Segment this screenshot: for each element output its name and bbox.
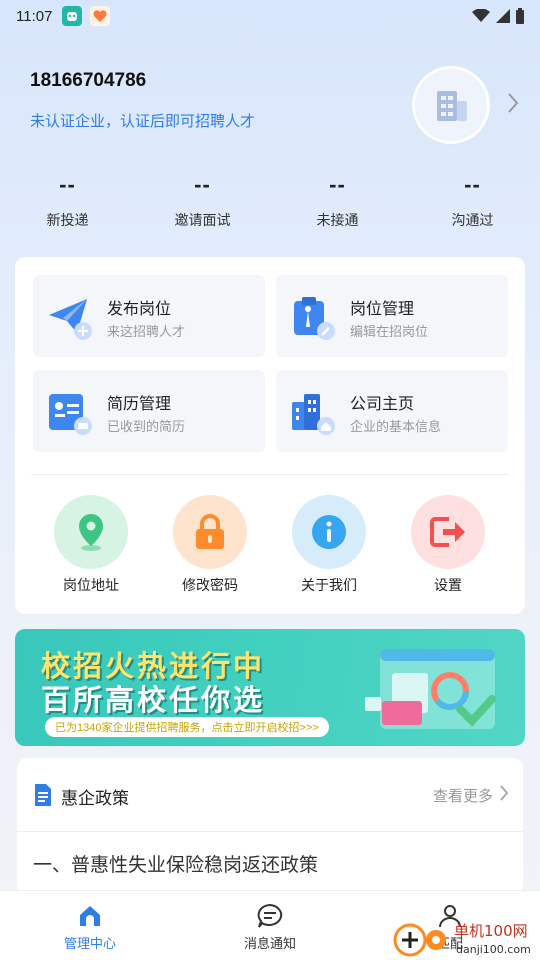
- home-icon: [80, 906, 100, 926]
- stats-row: -- 新投递 -- 邀请面试 -- 未接通 -- 沟通过: [0, 172, 540, 242]
- heart-app-icon: [90, 6, 111, 26]
- chevron-right-icon[interactable]: [499, 784, 509, 802]
- document-icon: [35, 784, 51, 806]
- stat-value: --: [59, 172, 76, 197]
- signal-icon: [496, 9, 510, 23]
- circle-badge: [173, 495, 247, 569]
- tile-subtitle: 已收到的简历: [107, 419, 186, 434]
- action-label: 修改密码: [182, 577, 238, 593]
- action-label: 关于我们: [301, 577, 357, 593]
- tile-title: 发布岗位: [107, 301, 172, 318]
- stat-new-delivery[interactable]: -- 新投递: [0, 172, 135, 242]
- certification-hint[interactable]: 未认证企业，认证后即可招聘人才: [30, 110, 255, 131]
- dashboard-illustration-icon: [365, 649, 496, 729]
- action-about-us[interactable]: 关于我们: [279, 495, 379, 595]
- banner-subheadline: 百所高校任你选: [41, 685, 266, 717]
- action-label: 岗位地址: [63, 577, 119, 593]
- campus-recruit-banner[interactable]: 校招火热进行中 百所高校任你选 已为1340家企业提供招聘服务，点击立即开启校招…: [15, 629, 525, 746]
- stat-value: --: [329, 172, 346, 197]
- tile-publish-job[interactable]: 发布岗位 来这招聘人才: [33, 275, 265, 357]
- status-bar: 11:07: [0, 0, 540, 32]
- stat-label: 新投递: [46, 212, 89, 228]
- policy-title: 惠企政策: [61, 789, 129, 808]
- company-building-icon: [292, 394, 335, 435]
- status-time: 11:07: [16, 7, 53, 25]
- company-avatar[interactable]: [412, 66, 490, 144]
- wifi-icon: [472, 9, 490, 22]
- stat-value: --: [194, 172, 211, 197]
- svg-text:danji100.com: danji100.com: [456, 943, 531, 956]
- action-job-address[interactable]: 岗位地址: [41, 495, 141, 595]
- tile-subtitle: 企业的基本信息: [350, 419, 442, 434]
- lock-icon: [196, 514, 224, 549]
- action-settings[interactable]: 设置: [398, 495, 498, 595]
- location-pin-icon: [79, 514, 103, 551]
- policy-divider: [17, 831, 523, 832]
- tile-title: 公司主页: [350, 396, 415, 413]
- stat-label: 未接通: [316, 212, 359, 228]
- tab-label: 消息通知: [243, 936, 296, 951]
- profile-header[interactable]: 18166704786 未认证企业，认证后即可招聘人才: [0, 56, 540, 166]
- circle-badge: [54, 495, 128, 569]
- stat-communicated[interactable]: -- 沟通过: [405, 172, 540, 242]
- circle-badge: [292, 495, 366, 569]
- tab-management-center[interactable]: 管理中心: [0, 891, 180, 960]
- tile-resume-management[interactable]: 简历管理 已收到的简历: [33, 370, 265, 452]
- banner-note: 已为1340家企业提供招聘服务，点击立即开启校招>>>: [45, 717, 329, 737]
- action-change-password[interactable]: 修改密码: [160, 495, 260, 595]
- tab-label: 管理中心: [63, 936, 116, 951]
- management-card: 发布岗位 来这招聘人才 岗位管理 编辑在招岗位 简历管理 已收到的简历 公司主页…: [15, 257, 525, 614]
- battery-icon: [516, 8, 524, 24]
- account-phone: 18166704786: [30, 70, 147, 91]
- chat-icon: [257, 903, 283, 928]
- tile-job-management[interactable]: 岗位管理 编辑在招岗位: [276, 275, 508, 357]
- info-icon: [312, 515, 346, 549]
- tile-company-homepage[interactable]: 公司主页 企业的基本信息: [276, 370, 508, 452]
- policy-list-item[interactable]: 一、普惠性失业保险稳岗返还政策: [33, 850, 318, 877]
- view-more-link[interactable]: 查看更多: [433, 785, 493, 806]
- tab-messages[interactable]: 消息通知: [180, 891, 360, 960]
- stat-label: 沟通过: [451, 212, 494, 228]
- resume-icon: [49, 394, 92, 435]
- action-label: 设置: [434, 577, 462, 593]
- building-icon: [437, 91, 467, 121]
- tile-subtitle: 编辑在招岗位: [350, 324, 429, 339]
- job-manage-icon: [294, 297, 335, 340]
- tile-title: 简历管理: [107, 396, 172, 413]
- paper-plane-icon: [49, 299, 92, 340]
- chevron-right-icon[interactable]: [506, 92, 520, 114]
- card-divider: [31, 474, 509, 475]
- stat-label: 邀请面试: [174, 212, 231, 228]
- tile-subtitle: 来这招聘人才: [107, 324, 186, 339]
- stat-not-connected[interactable]: -- 未接通: [270, 172, 405, 242]
- stat-value: --: [464, 172, 481, 197]
- site-watermark-logo: 单机100网 danji100.com: [393, 922, 531, 957]
- policy-section: 惠企政策 查看更多 一、普惠性失业保险稳岗返还政策: [17, 758, 523, 890]
- stat-interview-invites[interactable]: -- 邀请面试: [135, 172, 270, 242]
- circle-badge: [411, 495, 485, 569]
- svg-text:单机100网: 单机100网: [454, 922, 528, 940]
- app-notification-icon: [62, 6, 83, 26]
- tile-title: 岗位管理: [350, 301, 415, 318]
- exit-settings-icon: [430, 517, 465, 547]
